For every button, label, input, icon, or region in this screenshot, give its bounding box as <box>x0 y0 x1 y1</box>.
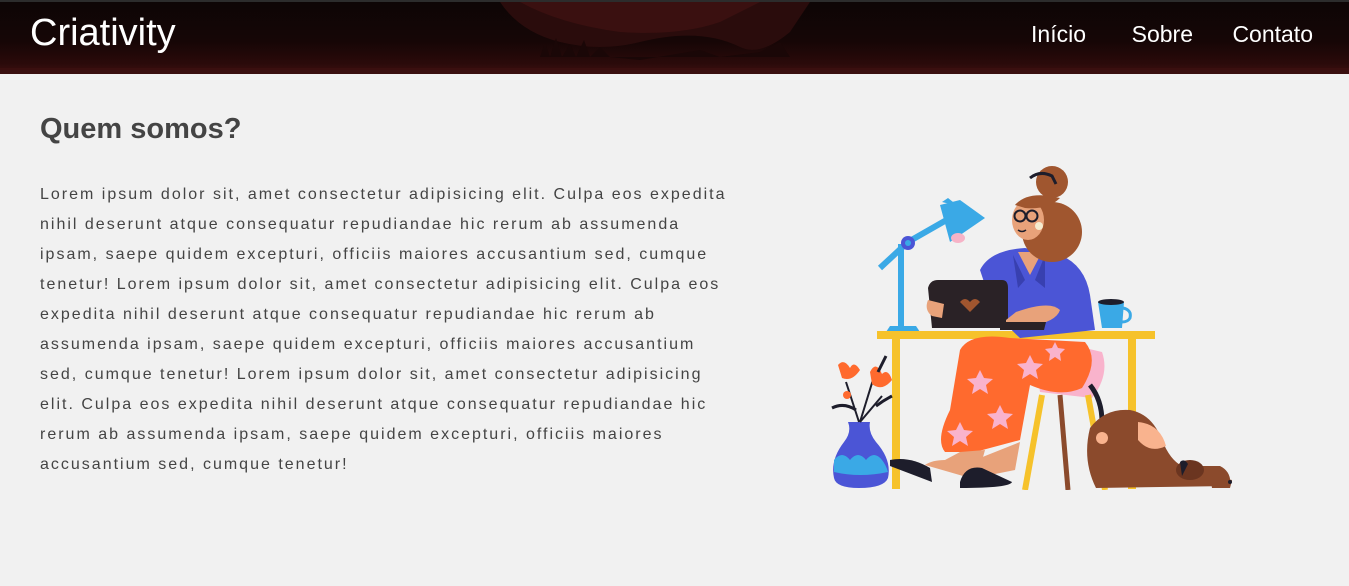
site-logo[interactable]: Criativity <box>30 12 176 55</box>
woman-working-illustration <box>831 166 1232 490</box>
flower-vase-icon <box>831 355 893 488</box>
nav-link-sobre[interactable]: Sobre <box>1132 21 1193 48</box>
site-header: Criativity Início Sobre Contato <box>0 0 1349 74</box>
section-title: Quem somos? <box>40 113 242 145</box>
section-paragraph: Lorem ipsum dolor sit, amet consectetur … <box>40 186 727 473</box>
nav-link-inicio[interactable]: Início <box>1031 21 1086 48</box>
dog-icon <box>1087 383 1232 488</box>
nav-link-contato[interactable]: Contato <box>1232 21 1313 48</box>
mug-icon <box>1098 299 1132 328</box>
